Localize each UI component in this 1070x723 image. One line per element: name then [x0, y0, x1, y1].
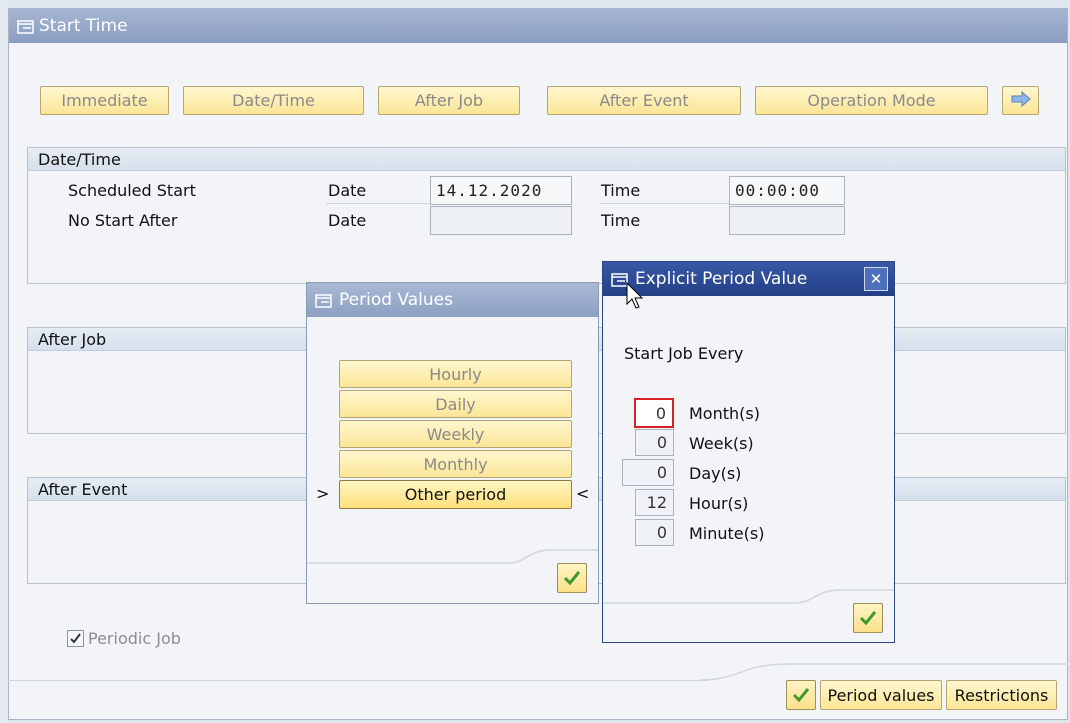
immediate-button[interactable]: Immediate	[40, 86, 169, 115]
selection-marker-right: <	[576, 484, 590, 503]
period-values-titlebar: Period Values	[307, 283, 598, 317]
months-label: Month(s)	[689, 404, 760, 423]
window-edit-icon	[17, 19, 35, 34]
monthly-option[interactable]: Monthly	[339, 450, 572, 478]
explicit-period-ok-button[interactable]	[853, 603, 883, 633]
arrow-right-icon	[1010, 90, 1032, 111]
checkbox-checked-icon	[67, 630, 84, 647]
datetime-group-header: Date/Time	[28, 148, 1065, 171]
daily-option[interactable]: Daily	[339, 390, 572, 418]
checkmark-icon	[792, 688, 810, 703]
checkmark-icon	[859, 611, 877, 626]
scheduled-time-field[interactable]: 00:00:00	[729, 176, 845, 205]
mouse-cursor-icon	[626, 282, 644, 309]
close-button[interactable]: ✕	[864, 267, 888, 291]
scheduled-time-label: Time	[601, 181, 641, 200]
explicit-period-title: Explicit Period Value	[635, 269, 808, 289]
operation-mode-button[interactable]: Operation Mode	[755, 86, 988, 115]
days-input[interactable]: 0	[622, 459, 674, 486]
minutes-label: Minute(s)	[689, 524, 765, 543]
footer-divider	[700, 663, 1068, 681]
nostart-time-label: Time	[601, 211, 641, 230]
scheduled-start-label: Scheduled Start	[68, 181, 196, 200]
main-ok-button[interactable]	[786, 680, 816, 710]
next-button[interactable]	[1002, 86, 1039, 115]
after-event-button[interactable]: After Event	[547, 86, 741, 115]
weeks-label: Week(s)	[689, 434, 754, 453]
period-values-button[interactable]: Period values	[820, 680, 942, 710]
days-label: Day(s)	[689, 464, 742, 483]
window-title: Start Time	[39, 16, 128, 36]
months-input[interactable]: 0	[634, 398, 674, 428]
period-values-ok-button[interactable]	[557, 563, 587, 593]
datetime-button[interactable]: Date/Time	[183, 86, 364, 115]
explicit-period-titlebar: Explicit Period Value ✕	[603, 262, 894, 296]
period-values-title: Period Values	[339, 290, 453, 310]
background-left-strip	[0, 0, 8, 723]
weeks-input[interactable]: 0	[635, 429, 674, 456]
scheduled-date-label: Date	[328, 181, 367, 200]
checkmark-icon	[563, 571, 581, 586]
weekly-option[interactable]: Weekly	[339, 420, 572, 448]
after-job-button[interactable]: After Job	[378, 86, 520, 115]
period-dialog-divider	[307, 549, 598, 564]
hours-input[interactable]: 12	[635, 489, 674, 516]
hourly-option[interactable]: Hourly	[339, 360, 572, 388]
scheduled-date-field[interactable]: 14.12.2020	[430, 176, 572, 205]
nostart-date-label: Date	[328, 211, 367, 230]
nostart-date-field[interactable]	[430, 206, 572, 235]
date-label-underline	[326, 203, 430, 204]
window-titlebar: Start Time	[9, 9, 1067, 43]
nostart-time-field[interactable]	[729, 206, 845, 235]
explicit-dialog-divider	[603, 589, 894, 604]
no-start-after-label: No Start After	[68, 211, 178, 230]
footer-divider-line	[8, 680, 708, 681]
other-period-option[interactable]: Other period	[339, 480, 572, 509]
start-job-every-label: Start Job Every	[624, 344, 744, 363]
close-icon: ✕	[869, 270, 883, 288]
periodic-job-checkbox[interactable]: Periodic Job	[67, 629, 181, 648]
restrictions-button[interactable]: Restrictions	[946, 680, 1057, 710]
window-edit-icon	[315, 293, 333, 308]
hours-label: Hour(s)	[689, 494, 749, 513]
selection-marker-left: >	[316, 484, 330, 503]
time-label-underline	[599, 203, 729, 204]
minutes-input[interactable]: 0	[635, 519, 674, 546]
periodic-job-label: Periodic Job	[88, 629, 181, 648]
